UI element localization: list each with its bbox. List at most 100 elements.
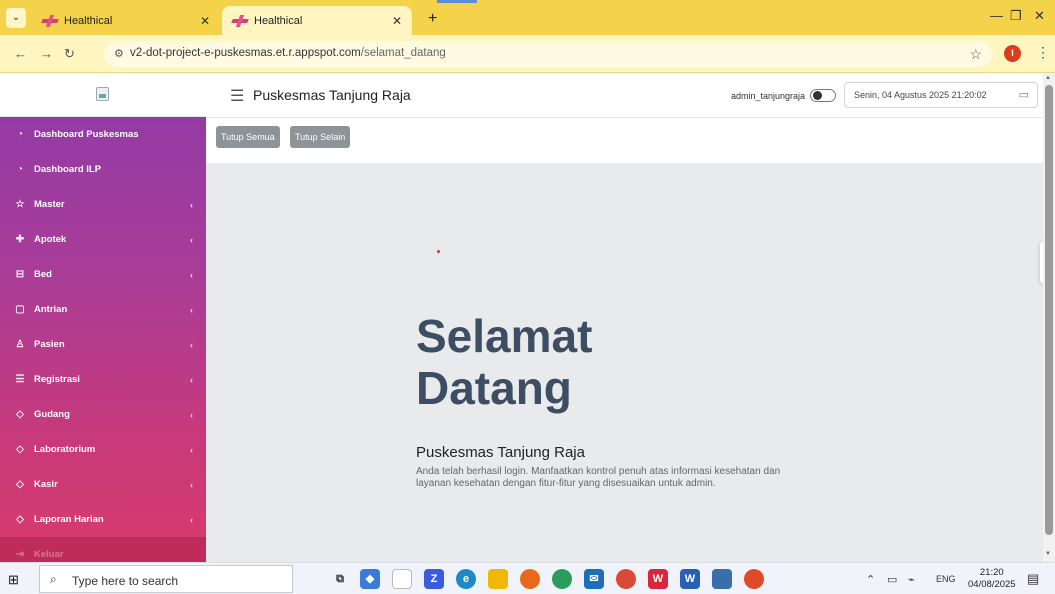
tray-chevron-icon[interactable]: ⌃	[866, 573, 875, 586]
taskbar-clock[interactable]: 21:20 04/08/2025	[968, 567, 1016, 591]
taskbar-search[interactable]: ⌕ Type here to search	[39, 565, 293, 593]
new-tab-button[interactable]: +	[428, 10, 437, 28]
windows-taskbar: ⊞ ⌕ Type here to search ⧉ ◆ Z e ✉ W W ⌃ …	[0, 562, 1055, 594]
datetime-text: Senin, 04 Agustus 2025 21:20:02	[854, 90, 987, 100]
healthical-favicon-icon	[42, 15, 58, 27]
mail-icon[interactable]: ✉	[584, 569, 604, 589]
url-domain: v2-dot-project-e-puskesmas.et.r.appspot.…	[130, 47, 361, 59]
sidebar-item-label: Bed	[34, 269, 52, 280]
browser-tab-strip: ⌄ Healthical ✕ Healthical ✕ + — ❐ ✕	[0, 0, 1055, 35]
layers-icon: ◇	[16, 409, 24, 420]
chrome-icon[interactable]	[616, 569, 636, 589]
forward-icon[interactable]: →	[40, 46, 53, 61]
list-icon: ☰	[15, 374, 25, 385]
chevron-left-icon: ‹	[190, 374, 193, 385]
top-header: ☰ Puskesmas Tanjung Raja admin_tanjungra…	[206, 73, 1043, 118]
datetime-field[interactable]: Senin, 04 Agustus 2025 21:20:02 ▭	[844, 82, 1038, 108]
close-icon[interactable]: ✕	[392, 14, 402, 28]
scrollbar-thumb[interactable]	[1045, 85, 1053, 535]
profile-avatar[interactable]: I	[1004, 45, 1021, 62]
sidebar-item-master[interactable]: ☆ Master ‹	[0, 187, 206, 222]
file-explorer-icon[interactable]	[488, 569, 508, 589]
star-icon: ☆	[15, 199, 25, 210]
app-icon[interactable]: ◆	[360, 569, 380, 589]
battery-icon[interactable]: ▭	[887, 573, 897, 586]
bed-icon: ⊟	[15, 269, 25, 280]
page-scrollbar[interactable]: ▲ ▼	[1043, 73, 1055, 562]
sidebar-item-gudang[interactable]: ◇ Gudang ‹	[0, 397, 206, 432]
search-placeholder: Type here to search	[72, 574, 179, 588]
url-text[interactable]: v2-dot-project-e-puskesmas.et.r.appspot.…	[130, 47, 446, 59]
windows-start-icon[interactable]: ⊞	[8, 572, 19, 588]
network-icon[interactable]: ⌁	[908, 573, 915, 586]
sidebar-item-pasien[interactable]: ♙ Pasien ‹	[0, 327, 206, 362]
hamburger-menu-icon[interactable]: ☰	[230, 86, 244, 106]
patient-icon: ♙	[15, 339, 25, 350]
sidebar-item-label: Pasien	[34, 339, 65, 350]
scroll-up-icon[interactable]: ▲	[1045, 75, 1051, 81]
chevron-left-icon: ‹	[190, 479, 193, 490]
close-icon[interactable]: ✕	[200, 14, 210, 28]
word-icon[interactable]: W	[680, 569, 700, 589]
theme-toggle[interactable]	[810, 89, 836, 102]
url-bar[interactable]: ⚙ v2-dot-project-e-puskesmas.et.r.appspo…	[104, 41, 992, 67]
calendar-icon[interactable]: ▭	[1019, 88, 1029, 101]
app-icon[interactable]	[552, 569, 572, 589]
close-all-button[interactable]: Tutup Semua	[216, 126, 280, 148]
sidebar-item-antrian[interactable]: ▢ Antrian ‹	[0, 292, 206, 327]
sidebar-item-label: Gudang	[34, 409, 70, 420]
chevron-left-icon: ‹	[190, 269, 193, 280]
wps-icon[interactable]: W	[648, 569, 668, 589]
sidebar-item-label: Antrian	[34, 304, 68, 315]
file-icon[interactable]	[392, 569, 412, 589]
layers-icon: ◇	[16, 444, 24, 455]
dashboard-icon: ◔	[16, 164, 24, 175]
bookmark-star-icon[interactable]: ☆	[969, 46, 982, 63]
sidebar-item-laporan-harian[interactable]: ◇ Laporan Harian ‹	[0, 502, 206, 537]
edge-icon[interactable]: e	[456, 569, 476, 589]
sidebar: ◔ Dashboard Puskesmas ◔ Dashboard ILP ☆ Maste…	[0, 73, 206, 572]
address-bar-row: ← → ↻ ⚙ v2-dot-project-e-puskesmas.et.r.…	[0, 35, 1055, 73]
chrome-icon[interactable]	[744, 569, 764, 589]
sidebar-item-dashboard-ilp[interactable]: ◔ Dashboard ILP	[0, 152, 206, 187]
task-view-icon[interactable]: ⧉	[330, 569, 350, 589]
browser-menu-icon[interactable]: ⋮	[1036, 44, 1050, 61]
broken-logo-image	[96, 87, 109, 101]
back-icon[interactable]: ←	[14, 46, 27, 61]
sidebar-item-registrasi[interactable]: ☰ Registrasi ‹	[0, 362, 206, 397]
sidebar-item-kasir[interactable]: ◇ Kasir ‹	[0, 467, 206, 502]
chevron-left-icon: ‹	[190, 444, 193, 455]
layers-icon: ◇	[16, 514, 24, 525]
minimize-icon[interactable]: —	[990, 8, 1003, 23]
sidebar-item-laboratorium[interactable]: ◇ Laboratorium ‹	[0, 432, 206, 467]
queue-icon: ▢	[15, 304, 25, 315]
app-icon[interactable]	[712, 569, 732, 589]
app-icon[interactable]: Z	[424, 569, 444, 589]
site-info-icon[interactable]: ⚙	[114, 47, 124, 60]
sidebar-item-apotek[interactable]: ✚ Apotek ‹	[0, 222, 206, 257]
sidebar-item-label: Kasir	[34, 479, 58, 490]
firefox-icon[interactable]	[520, 569, 540, 589]
reload-icon[interactable]: ↻	[64, 46, 75, 62]
welcome-title: Selamat Datang	[416, 310, 592, 414]
sidebar-item-label: Laporan Harian	[34, 514, 104, 525]
scroll-down-icon[interactable]: ▼	[1045, 551, 1051, 557]
tab-strip-indicator	[437, 0, 477, 3]
window-close-icon[interactable]: ✕	[1034, 8, 1045, 24]
sidebar-item-bed[interactable]: ⊟ Bed ‹	[0, 257, 206, 292]
browser-tab-active[interactable]: Healthical ✕	[222, 6, 412, 35]
red-dot-marker	[437, 250, 440, 253]
language-indicator[interactable]: ENG	[936, 574, 956, 584]
clock-time: 21:20	[979, 567, 1004, 578]
chevron-left-icon: ‹	[190, 339, 193, 350]
layers-icon: ◇	[16, 479, 24, 490]
sidebar-item-label: Apotek	[34, 234, 67, 245]
browser-tab-inactive[interactable]: Healthical ✕	[32, 6, 220, 35]
notification-icon[interactable]: ▤	[1027, 571, 1039, 587]
restore-icon[interactable]: ❐	[1010, 8, 1022, 24]
search-icon: ⌕	[50, 572, 57, 586]
tab-search-button[interactable]: ⌄	[6, 8, 26, 28]
sidebar-item-dashboard-puskesmas[interactable]: ◔ Dashboard Puskesmas	[0, 117, 206, 152]
welcome-title-line2: Datang	[416, 362, 572, 414]
close-others-button[interactable]: Tutup Selain	[290, 126, 351, 148]
